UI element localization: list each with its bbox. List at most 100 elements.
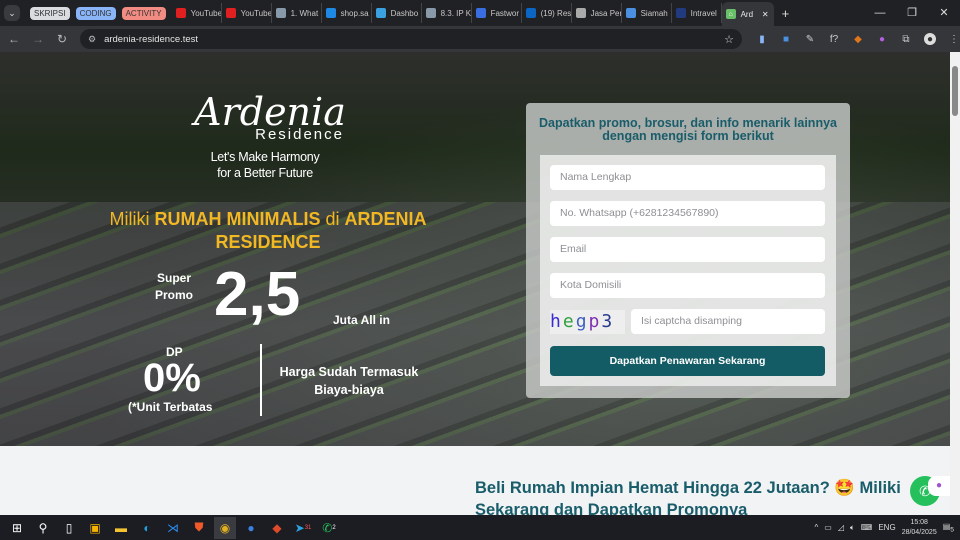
tab[interactable]: 8.3. IP K: [422, 3, 472, 23]
house-icon: ⌂: [725, 9, 736, 19]
eyedropper-extension-icon[interactable]: ✎: [804, 33, 816, 45]
tab-title: Jasa Per: [590, 8, 622, 18]
search-icon[interactable]: ⚲: [32, 517, 54, 539]
url-text: ardenia-residence.test: [104, 33, 199, 45]
doc-icon: [275, 8, 286, 18]
tab[interactable]: 1. What: [272, 3, 322, 23]
linkedin-icon: [525, 8, 536, 18]
price-unit: Juta All in: [333, 313, 390, 327]
forward-button[interactable]: →: [26, 32, 50, 46]
notifications-icon[interactable]: ▤5: [943, 522, 954, 534]
tab[interactable]: shop.sa: [322, 3, 372, 23]
tab[interactable]: (19) Res: [522, 3, 572, 23]
tab-group-coding[interactable]: CODING: [75, 6, 116, 20]
email-input[interactable]: Email: [550, 237, 825, 262]
keyboard-icon[interactable]: ⌨: [861, 523, 873, 532]
hero-section: Ardenia Residence Let's Make Harmony for…: [0, 52, 950, 446]
tray-chevron-icon[interactable]: ^: [815, 523, 819, 532]
bookmark-star-icon[interactable]: ☆: [724, 33, 734, 46]
wifi-icon[interactable]: ◿: [838, 523, 844, 532]
arrow-icon: [375, 8, 386, 18]
network-icon: [475, 8, 486, 18]
new-tab-button[interactable]: +: [782, 6, 790, 21]
ardenia-logo: Ardenia Residence Let's Make Harmony for…: [180, 92, 350, 181]
profile-avatar[interactable]: ●: [924, 33, 936, 45]
captcha-image: hegp3: [550, 310, 625, 334]
tab-strip: ⌄ SKRIPSI CODING ACTIVITY YouTube YouTube…: [0, 0, 960, 26]
section-heading: Beli Rumah Impian Hemat Hingga 22 Jutaan…: [475, 479, 901, 515]
language-indicator[interactable]: ENG: [878, 523, 895, 532]
tab-active[interactable]: ⌂ Ard ✕: [721, 2, 774, 26]
submit-button[interactable]: Dapatkan Penawaran Sekarang: [550, 346, 825, 376]
captcha-char: g: [575, 311, 589, 332]
tab-title: 8.3. IP K: [440, 8, 472, 18]
chrome-icon[interactable]: ◉: [214, 516, 236, 539]
brain-extension-icon[interactable]: ●: [876, 33, 888, 45]
store-icon[interactable]: ▣: [84, 517, 106, 539]
url-input[interactable]: ⚙ ardenia-residence.test ☆: [80, 29, 742, 49]
tab[interactable]: Fastwor: [472, 3, 522, 23]
shield-icon: [675, 8, 686, 18]
tab-title: Intravel: [690, 8, 717, 18]
tagline-line2: for a Better Future: [217, 166, 313, 180]
task-view-icon[interactable]: ▯: [58, 517, 80, 539]
tab[interactable]: YouTube: [172, 3, 222, 23]
tab-title: (19) Res: [540, 8, 572, 18]
tab[interactable]: Jasa Per: [572, 3, 622, 23]
metamask-extension-icon[interactable]: ◆: [852, 33, 864, 45]
tab[interactable]: Intravel: [672, 3, 722, 23]
clipboard-extension-icon[interactable]: ▮: [756, 33, 768, 45]
git-icon[interactable]: ◆: [266, 517, 288, 539]
brain-extension-icon[interactable]: ●: [928, 476, 950, 496]
close-tab-icon[interactable]: ✕: [762, 10, 769, 19]
page-content: Ardenia Residence Let's Make Harmony for…: [0, 52, 950, 515]
site-settings-icon[interactable]: ⚙: [88, 34, 96, 45]
telegram-icon[interactable]: ➤ 31: [292, 517, 314, 539]
close-window-button[interactable]: ✕: [928, 0, 960, 26]
browser-menu-icon[interactable]: ⋮: [948, 33, 960, 45]
tab-group-activity[interactable]: ACTIVITY: [121, 6, 166, 20]
system-tray: ^ ▭ ◿ 🔈︎ ⌨ ENG 15:08 28/04/2025 ▤5: [815, 515, 960, 540]
price-note: Harga Sudah Termasuk Biaya-biaya: [279, 365, 419, 397]
tab-title: Siamah: [640, 8, 668, 18]
tab[interactable]: Siamah: [622, 3, 672, 23]
font-extension-icon[interactable]: f?: [828, 33, 840, 45]
extensions-puzzle-icon[interactable]: ⧉: [900, 33, 912, 45]
translate-extension-icon[interactable]: ■: [780, 33, 792, 45]
tab-title: 1. What: [290, 8, 319, 18]
maximize-button[interactable]: ❐: [896, 0, 928, 26]
browser-icon[interactable]: ●: [240, 517, 262, 539]
back-button[interactable]: ←: [2, 32, 26, 46]
reload-button[interactable]: ↻: [50, 32, 74, 46]
windows-start-icon[interactable]: ⊞: [6, 517, 28, 539]
youtube-icon: [225, 8, 236, 18]
tab-title: Dashbo: [390, 8, 419, 18]
network-icon[interactable]: ▭: [824, 523, 832, 532]
tab[interactable]: YouTube: [222, 3, 272, 23]
scrollbar-thumb[interactable]: [952, 66, 958, 116]
scrollbar[interactable]: [950, 52, 960, 515]
tab-group-skripsi[interactable]: SKRIPSI: [30, 6, 70, 20]
youtube-icon: [175, 8, 186, 18]
name-input[interactable]: Nama Lengkap: [550, 165, 825, 190]
city-input[interactable]: Kota Domisili: [550, 273, 825, 298]
user-icon: [625, 8, 636, 18]
file-explorer-icon[interactable]: ▬: [110, 517, 132, 539]
minimize-button[interactable]: —: [864, 0, 896, 26]
hero-headline: Miliki RUMAH MINIMALIS di ARDENIA RESIDE…: [109, 209, 427, 252]
tagline-line1: Let's Make Harmony: [210, 150, 320, 164]
tab-title: shop.sa: [340, 8, 369, 18]
brave-icon[interactable]: ⛊: [188, 517, 210, 539]
lead-form: Dapatkan promo, brosur, dan info menarik…: [526, 103, 850, 398]
vscode-icon[interactable]: ⋊: [162, 517, 184, 539]
captcha-char: p: [588, 311, 602, 332]
whatsapp-icon[interactable]: ✆ 2: [318, 517, 340, 539]
edge-icon[interactable]: ◐: [136, 517, 158, 539]
clock[interactable]: 15:08 28/04/2025: [902, 518, 937, 538]
tab[interactable]: Dashbo: [372, 3, 422, 23]
captcha-input[interactable]: Isi captcha disamping: [631, 309, 825, 334]
whatsapp-input[interactable]: No. Whatsapp (+6281234567890): [550, 201, 825, 226]
volume-icon[interactable]: 🔈︎: [850, 523, 855, 533]
tab-search-button[interactable]: ⌄: [4, 5, 20, 21]
dp-value: 0%: [143, 356, 201, 400]
